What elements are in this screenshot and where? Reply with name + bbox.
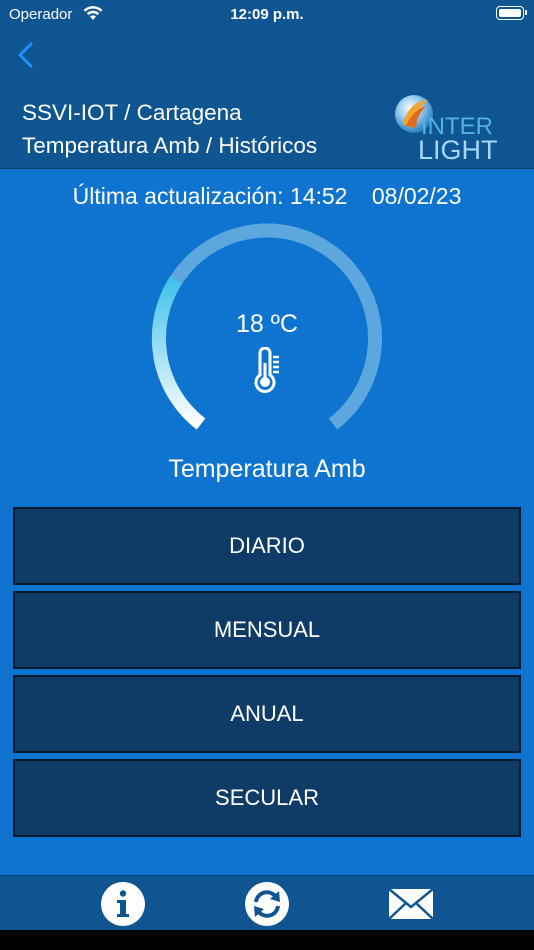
logo-text-light: LIGHT: [418, 135, 498, 162]
nav-header: SSVI-IOT / Cartagena Temperatura Amb / H…: [0, 30, 534, 169]
bottom-toolbar: [0, 875, 534, 931]
secular-button[interactable]: SECULAR: [13, 759, 521, 837]
gauge-fill: [151, 276, 206, 430]
back-button[interactable]: [14, 40, 40, 70]
last-update-time: 14:52: [289, 183, 348, 209]
battery-icon: [496, 6, 527, 20]
temperature-value: 18 ºC: [236, 310, 298, 338]
thermometer-icon: [254, 347, 279, 393]
daily-button[interactable]: DIARIO: [13, 507, 521, 585]
last-update-line: Última actualización: 14:52 08/02/23: [0, 183, 534, 210]
mail-icon[interactable]: [388, 881, 434, 927]
refresh-icon[interactable]: [244, 881, 290, 927]
main-content: Última actualización: 14:52 08/02/23 18 …: [0, 169, 534, 875]
title-line-location: SSVI-IOT / Cartagena: [22, 100, 242, 125]
info-icon[interactable]: [100, 881, 146, 927]
monthly-button[interactable]: MENSUAL: [13, 591, 521, 669]
status-time: 12:09 p.m.: [230, 6, 304, 23]
interlight-logo: INTER LIGHT: [395, 95, 498, 162]
last-update-label: Última actualización:: [72, 183, 284, 209]
last-update-date: 08/02/23: [371, 183, 462, 209]
status-bar: Operador 12:09 p.m.: [0, 0, 534, 30]
page-title: SSVI-IOT / Cartagena Temperatura Amb / H…: [22, 96, 317, 162]
home-indicator-area: [0, 930, 534, 950]
title-line-section: Temperatura Amb / Históricos: [22, 133, 318, 158]
yearly-button[interactable]: ANUAL: [13, 675, 521, 753]
sensor-name: Temperatura Amb: [168, 455, 366, 483]
